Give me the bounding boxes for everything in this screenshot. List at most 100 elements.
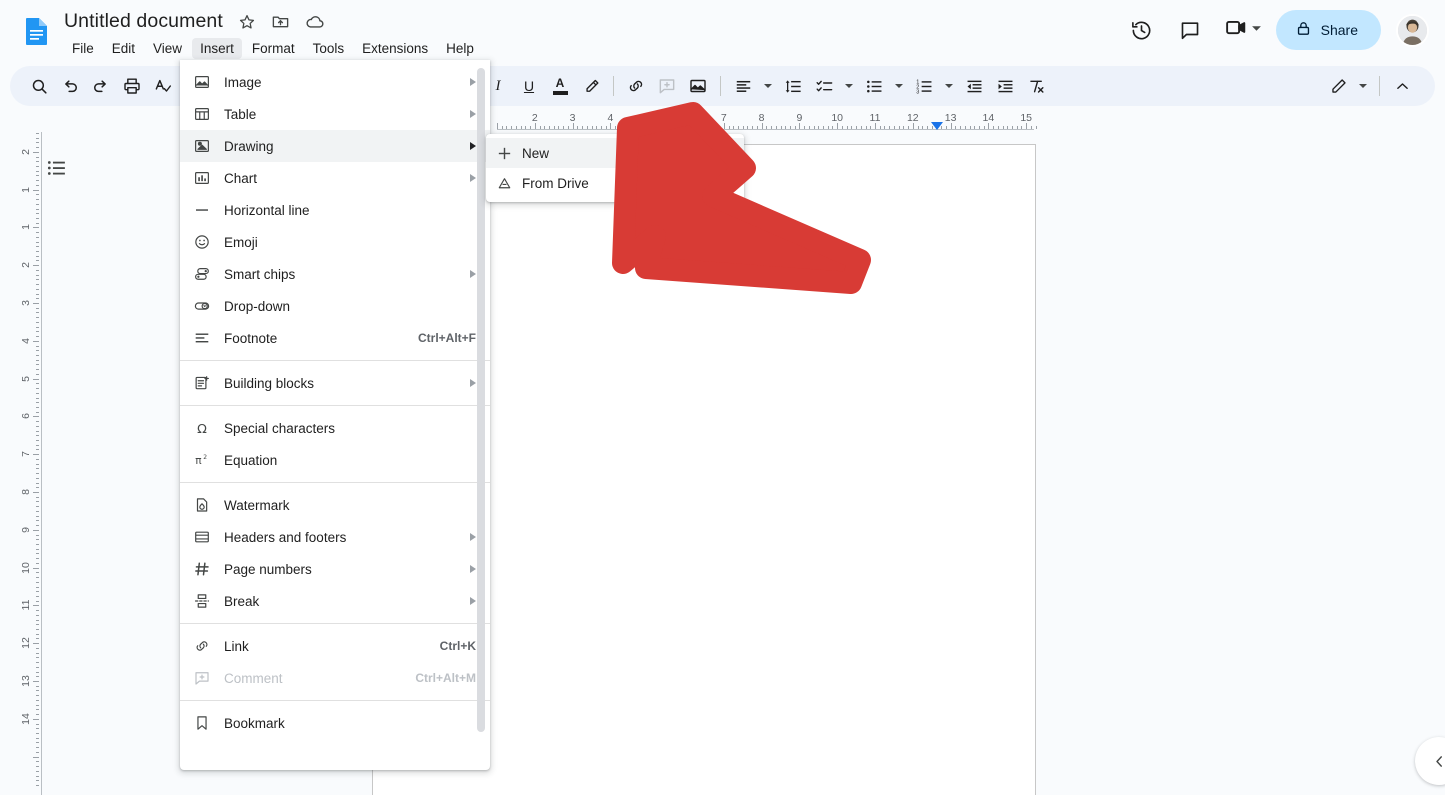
menu-item-shortcut: Ctrl+Alt+F xyxy=(417,331,476,345)
drawing-submenu-from-drive[interactable]: From Drive xyxy=(486,168,744,198)
align-dropdown-caret[interactable] xyxy=(759,72,777,100)
line-spacing-button[interactable] xyxy=(778,71,808,101)
vruler-tick xyxy=(36,676,39,678)
ruler-tick xyxy=(978,126,980,129)
add-comment-button[interactable] xyxy=(652,71,682,101)
insert-menu-item-headers-and-footers[interactable]: Headers and footers xyxy=(180,521,490,553)
numbered-list-dropdown-caret[interactable] xyxy=(940,72,958,100)
print-button[interactable] xyxy=(117,71,147,101)
undo-button[interactable] xyxy=(55,71,85,101)
insert-menu-item-emoji[interactable]: Emoji xyxy=(180,226,490,258)
insert-menu-item-table[interactable]: Table xyxy=(180,98,490,130)
insert-menu-item-link[interactable]: Link Ctrl+K xyxy=(180,630,490,662)
vruler-tick xyxy=(36,194,39,196)
checklist-dropdown-caret[interactable] xyxy=(840,72,858,100)
google-meet-button[interactable] xyxy=(1218,10,1268,50)
menu-extensions[interactable]: Extensions xyxy=(354,38,436,59)
star-icon[interactable] xyxy=(237,12,257,32)
underline-glyph: U xyxy=(523,78,535,94)
saved-to-drive-cloud-icon[interactable] xyxy=(305,12,325,32)
increase-indent-button[interactable] xyxy=(990,71,1020,101)
vertical-ruler[interactable]: 2 1 1 2 3 4 5 6 7 8 9 10 11 12 13 14 xyxy=(20,132,42,795)
vruler-tick xyxy=(36,695,39,697)
ruler-tick xyxy=(945,126,947,129)
menu-insert[interactable]: Insert xyxy=(192,38,242,59)
ruler-tick xyxy=(903,126,905,129)
editing-mode-dropdown-caret[interactable] xyxy=(1354,72,1372,100)
menu-help[interactable]: Help xyxy=(438,38,482,59)
underline-button[interactable]: U xyxy=(514,71,544,101)
insert-menu-item-horizontal-line[interactable]: Horizontal line xyxy=(180,194,490,226)
insert-menu-item-building-blocks[interactable]: Building blocks xyxy=(180,367,490,399)
menu-item-label: Building blocks xyxy=(224,375,315,391)
menu-view[interactable]: View xyxy=(145,38,190,59)
building-blocks-icon xyxy=(180,374,224,392)
checklist-button[interactable] xyxy=(809,71,839,101)
insert-menu-item-watermark[interactable]: Watermark xyxy=(180,489,490,521)
menu-format[interactable]: Format xyxy=(244,38,303,59)
ruler-number: 7 xyxy=(720,112,727,124)
insert-menu-item-equation[interactable]: π 2 Equation xyxy=(180,444,490,476)
vruler-tick xyxy=(36,435,39,437)
menu-separator xyxy=(180,405,490,406)
vruler-tick xyxy=(36,147,39,149)
menu-tools[interactable]: Tools xyxy=(305,38,353,59)
spelling-check-button[interactable] xyxy=(148,71,178,101)
version-history-icon[interactable] xyxy=(1122,10,1162,50)
text-color-swatch xyxy=(552,91,568,95)
insert-menu-item-page-numbers[interactable]: Page numbers xyxy=(180,553,490,585)
menu-item-shortcut: Ctrl+K xyxy=(439,639,476,653)
bulleted-list-dropdown-caret[interactable] xyxy=(890,72,908,100)
google-docs-icon[interactable] xyxy=(20,14,54,48)
numbered-list-button[interactable]: 1 2 3 xyxy=(909,71,939,101)
menu-edit[interactable]: Edit xyxy=(104,38,143,59)
bulleted-list-button[interactable] xyxy=(859,71,889,101)
menu-item-label: Chart xyxy=(224,170,258,186)
insert-menu-item-drop-down[interactable]: Drop-down xyxy=(180,290,490,322)
share-button[interactable]: Share xyxy=(1275,10,1381,50)
search-button[interactable] xyxy=(24,71,54,101)
insert-menu-item-drawing[interactable]: Drawing xyxy=(180,130,490,162)
vruler-tick xyxy=(33,756,39,758)
vruler-tick xyxy=(33,718,39,720)
open-explore-button[interactable] xyxy=(1415,737,1445,785)
align-button[interactable] xyxy=(728,71,758,101)
move-to-folder-icon[interactable] xyxy=(271,12,291,32)
vruler-tick xyxy=(36,482,39,484)
show-outline-button[interactable] xyxy=(41,152,73,184)
insert-link-button[interactable] xyxy=(621,71,651,101)
decrease-indent-button[interactable] xyxy=(959,71,989,101)
watermark-icon xyxy=(180,496,224,514)
ruler-number: 8 xyxy=(758,112,765,124)
insert-menu-item-footnote[interactable]: Footnote Ctrl+Alt+F xyxy=(180,322,490,354)
menu-scrollbar[interactable] xyxy=(477,68,485,732)
insert-menu-item-image[interactable]: Image xyxy=(180,66,490,98)
table-icon xyxy=(180,105,224,123)
clear-formatting-button[interactable] xyxy=(1021,71,1051,101)
right-indent-marker[interactable] xyxy=(931,122,943,130)
bookmark-icon xyxy=(180,714,224,732)
menu-separator xyxy=(180,360,490,361)
vruler-tick xyxy=(36,321,39,323)
menu-file[interactable]: File xyxy=(64,38,102,59)
insert-image-button[interactable] xyxy=(683,71,713,101)
hide-menus-button[interactable] xyxy=(1387,71,1417,101)
editing-mode-button[interactable] xyxy=(1323,71,1353,101)
account-avatar[interactable] xyxy=(1396,13,1429,47)
drawing-submenu-new[interactable]: New xyxy=(486,138,744,168)
page-title[interactable]: Untitled document xyxy=(64,10,223,33)
redo-button[interactable] xyxy=(86,71,116,101)
insert-menu-item-bookmark[interactable]: Bookmark xyxy=(180,707,490,739)
vruler-tick xyxy=(33,681,39,682)
text-color-button[interactable]: A xyxy=(545,71,575,101)
insert-menu-item-chart[interactable]: Chart xyxy=(180,162,490,194)
insert-menu-item-smart-chips[interactable]: Smart chips xyxy=(180,258,490,290)
ruler-tick xyxy=(719,126,721,129)
ruler-tick xyxy=(511,126,513,129)
vruler-tick xyxy=(36,161,39,163)
show-comments-icon[interactable] xyxy=(1170,10,1210,50)
insert-menu-item-special-characters[interactable]: Ω Special characters xyxy=(180,412,490,444)
insert-menu-item-break[interactable]: Break xyxy=(180,585,490,617)
highlight-color-button[interactable] xyxy=(576,71,606,101)
vruler-tick xyxy=(36,269,39,271)
